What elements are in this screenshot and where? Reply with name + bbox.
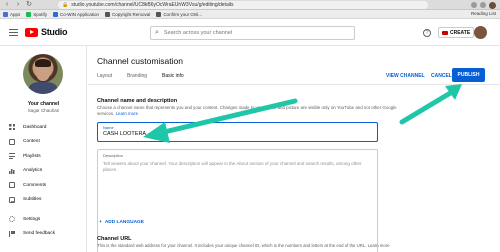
- channel-owner-name: Sagar Chauhan: [27, 108, 60, 113]
- content-icon: [9, 138, 15, 145]
- bookmark-spotify[interactable]: Spotify: [26, 11, 47, 17]
- page-icon: [156, 11, 162, 17]
- account-avatar[interactable]: [474, 26, 487, 39]
- dashboard-icon: [9, 124, 15, 131]
- browser-actions: [471, 1, 496, 9]
- help-icon[interactable]: ?: [423, 29, 431, 37]
- reading-list[interactable]: Reading List: [471, 11, 496, 16]
- sidebar-item-subtitles[interactable]: Subtitles: [0, 193, 87, 208]
- name-section-heading: Channel name and description: [97, 98, 178, 104]
- description-field[interactable]: Description Tell viewers about your chan…: [97, 149, 378, 252]
- studio-header: Studio ⌕ ? CREATE: [0, 20, 500, 46]
- view-channel-link[interactable]: VIEW CHANNEL: [386, 73, 425, 79]
- name-section-description: Choose a channel name that represents yo…: [97, 105, 397, 117]
- extension-icon[interactable]: [480, 2, 486, 8]
- menu-icon[interactable]: [9, 29, 18, 36]
- description-field-label: Description: [103, 153, 124, 158]
- publish-button[interactable]: PUBLISH: [452, 68, 485, 82]
- bookmark-copyright[interactable]: Copyright Removal: [105, 11, 150, 17]
- cowin-icon: [53, 11, 59, 17]
- bookmark-apps[interactable]: Apps: [3, 11, 20, 17]
- video-camera-icon: [442, 30, 448, 35]
- back-icon[interactable]: ‹: [3, 1, 11, 9]
- address-url: studio.youtube.com/channel/UC8kB6yOcWraE…: [71, 2, 234, 8]
- page-title: Channel customisation: [97, 56, 183, 66]
- search-box[interactable]: ⌕: [150, 26, 355, 40]
- search-icon[interactable]: ⌕: [155, 29, 159, 37]
- channel-url-description: This is the standard web address for you…: [97, 243, 390, 248]
- create-button[interactable]: CREATE: [438, 27, 475, 38]
- add-language-button[interactable]: + ADD LANGUAGE: [99, 220, 144, 225]
- settings-icon: [9, 216, 15, 223]
- sidebar-item-comments[interactable]: Comments: [0, 178, 87, 193]
- browser-toolbar: ‹ › ↻ 🔒 studio.youtube.com/channel/UC8kB…: [0, 0, 500, 10]
- sidebar-nav: Dashboard Content Playlists Analytics Co…: [0, 120, 87, 241]
- logo-text: Studio: [41, 27, 68, 37]
- plus-icon: +: [99, 220, 102, 225]
- comments-icon: [9, 182, 15, 189]
- tabs-divider: [88, 84, 500, 85]
- sidebar-item-content[interactable]: Content: [0, 135, 87, 150]
- sidebar-item-settings[interactable]: Settings: [0, 212, 87, 227]
- subtitles-icon: [9, 196, 15, 203]
- analytics-icon: [9, 167, 15, 174]
- channel-name-field[interactable]: Name: [97, 122, 378, 142]
- reload-icon[interactable]: ↻: [25, 1, 33, 9]
- sidebar-item-dashboard[interactable]: Dashboard: [0, 120, 87, 135]
- forward-icon[interactable]: ›: [14, 1, 22, 9]
- channel-avatar[interactable]: [23, 54, 63, 94]
- channel-url-heading: Channel URL: [97, 236, 132, 242]
- address-bar[interactable]: 🔒 studio.youtube.com/channel/UC8kB6yOcWr…: [58, 1, 428, 9]
- add-language-label: ADD LANGUAGE: [104, 220, 144, 225]
- page-icon: [105, 11, 111, 17]
- name-field-label: Name: [103, 125, 114, 130]
- youtube-play-icon: [25, 27, 38, 37]
- main-content: Channel customisation Layout Branding Ba…: [88, 46, 500, 252]
- apps-icon: [3, 11, 8, 17]
- bookmark-cowin[interactable]: Co-WIN Application: [53, 11, 99, 17]
- channel-name-input[interactable]: [103, 131, 363, 137]
- playlists-icon: [9, 153, 15, 160]
- search-input[interactable]: [163, 30, 344, 36]
- create-label: CREATE: [450, 29, 471, 36]
- feedback-icon: [9, 230, 15, 237]
- studio-logo[interactable]: Studio: [25, 27, 68, 37]
- cancel-button[interactable]: CANCEL: [431, 73, 452, 79]
- lock-icon: 🔒: [62, 2, 69, 8]
- spotify-icon: [26, 11, 32, 17]
- sidebar-item-playlists[interactable]: Playlists: [0, 149, 87, 164]
- your-channel-label: Your channel: [27, 101, 60, 107]
- bookmarks-bar: Apps Spotify Co-WIN Application Copyrigh…: [0, 10, 500, 19]
- description-placeholder[interactable]: Tell viewers about your channel. Your de…: [103, 161, 373, 174]
- sidebar: Your channel Sagar Chauhan Dashboard Con…: [0, 46, 87, 252]
- profile-avatar[interactable]: [489, 1, 496, 9]
- extension-icon[interactable]: [471, 2, 477, 8]
- sidebar-item-feedback[interactable]: Send feedback: [0, 227, 87, 242]
- learn-more-link[interactable]: Learn more: [116, 111, 138, 116]
- bookmark-confirm[interactable]: Confirm your Onli...: [156, 11, 202, 17]
- sidebar-item-analytics[interactable]: Analytics: [0, 164, 87, 179]
